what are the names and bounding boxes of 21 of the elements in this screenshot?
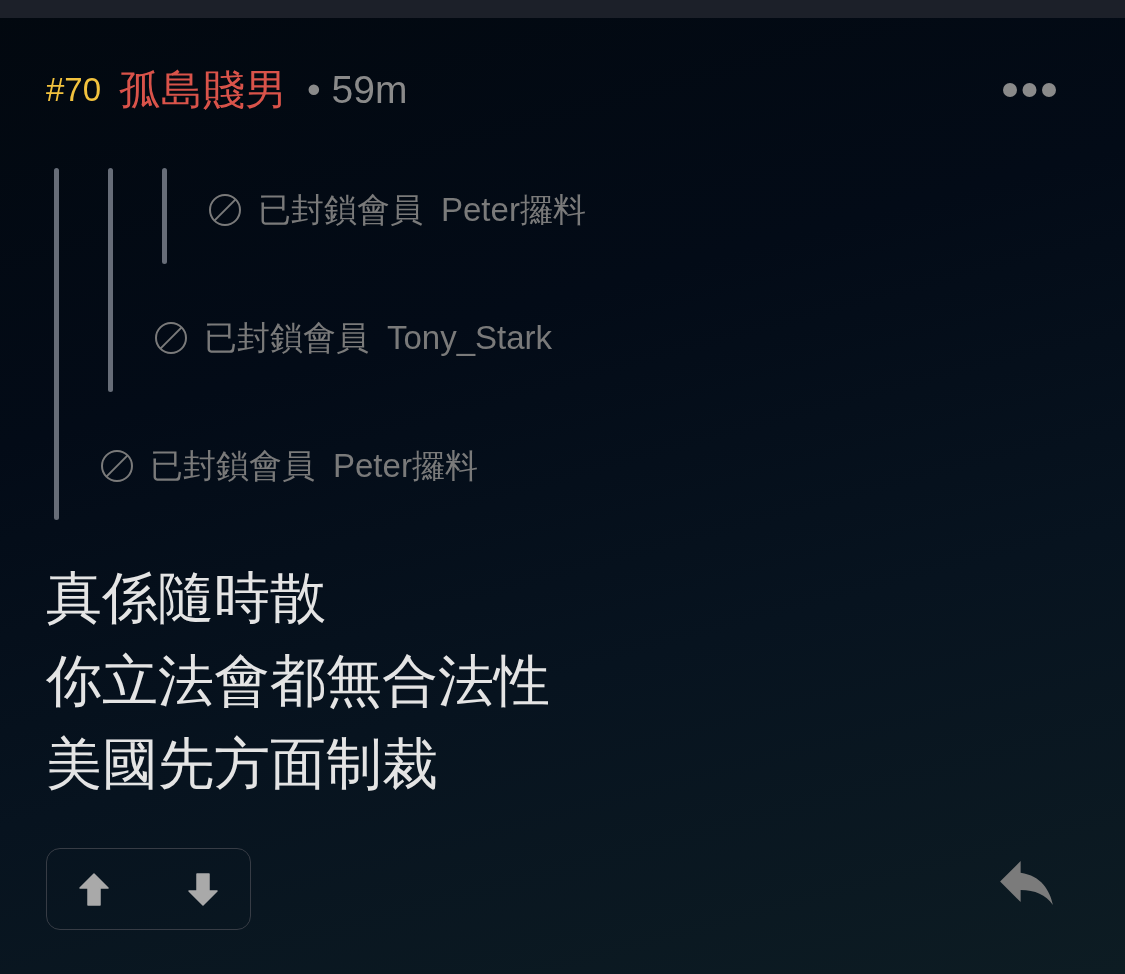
quoted-username: Tony_Stark	[387, 319, 553, 357]
author-name[interactable]: 孤島賤男	[119, 62, 288, 118]
post-text-line: 你立法會都無合法性	[46, 648, 550, 714]
more-icon	[1003, 83, 1056, 97]
quoted-username: Peter攞料	[333, 445, 478, 486]
floor-number: #70	[46, 71, 102, 109]
blocked-icon	[155, 322, 187, 354]
post-text-line: 美國先方面制裁	[46, 731, 438, 797]
reply-button[interactable]	[1000, 861, 1053, 905]
post-time: • 59m	[307, 68, 408, 112]
up-arrow-icon	[79, 872, 109, 906]
blocked-icon	[101, 450, 133, 482]
down-arrow-icon	[188, 872, 218, 906]
blocked-member-label: 已封鎖會員	[204, 317, 369, 358]
post-text-line: 真係隨時散	[46, 565, 326, 631]
blocked-icon	[209, 194, 241, 226]
more-button[interactable]	[1003, 83, 1056, 97]
blocked-member-label: 已封鎖會員	[150, 445, 315, 486]
reply-icon	[1000, 861, 1053, 905]
quoted-username: Peter攞料	[441, 189, 586, 230]
blocked-member-label: 已封鎖會員	[258, 189, 423, 230]
